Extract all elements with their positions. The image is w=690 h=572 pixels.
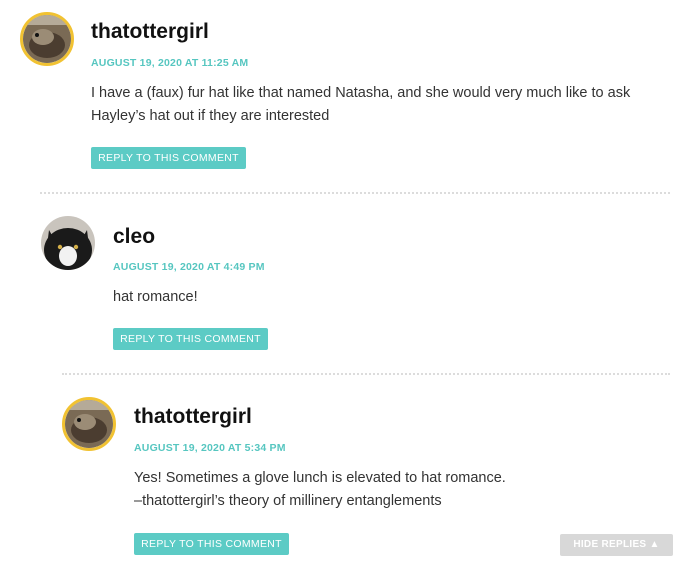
hide-replies-button[interactable]: HIDE REPLIES ▲ bbox=[560, 534, 673, 556]
comment-author[interactable]: thatottergirl bbox=[134, 405, 252, 429]
reply-button[interactable]: REPLY TO THIS COMMENT bbox=[134, 533, 289, 555]
comment-3: thatottergirl AUGUST 19, 2020 AT 5:34 PM… bbox=[0, 0, 690, 572]
comment-body: Yes! Sometimes a glove lunch is elevated… bbox=[134, 467, 674, 513]
otter-avatar[interactable] bbox=[62, 397, 116, 451]
comment-line: –thatottergirl’s theory of millinery ent… bbox=[134, 493, 442, 509]
comment-line: Yes! Sometimes a glove lunch is elevated… bbox=[134, 470, 506, 486]
comment-date[interactable]: AUGUST 19, 2020 AT 5:34 PM bbox=[134, 442, 286, 454]
